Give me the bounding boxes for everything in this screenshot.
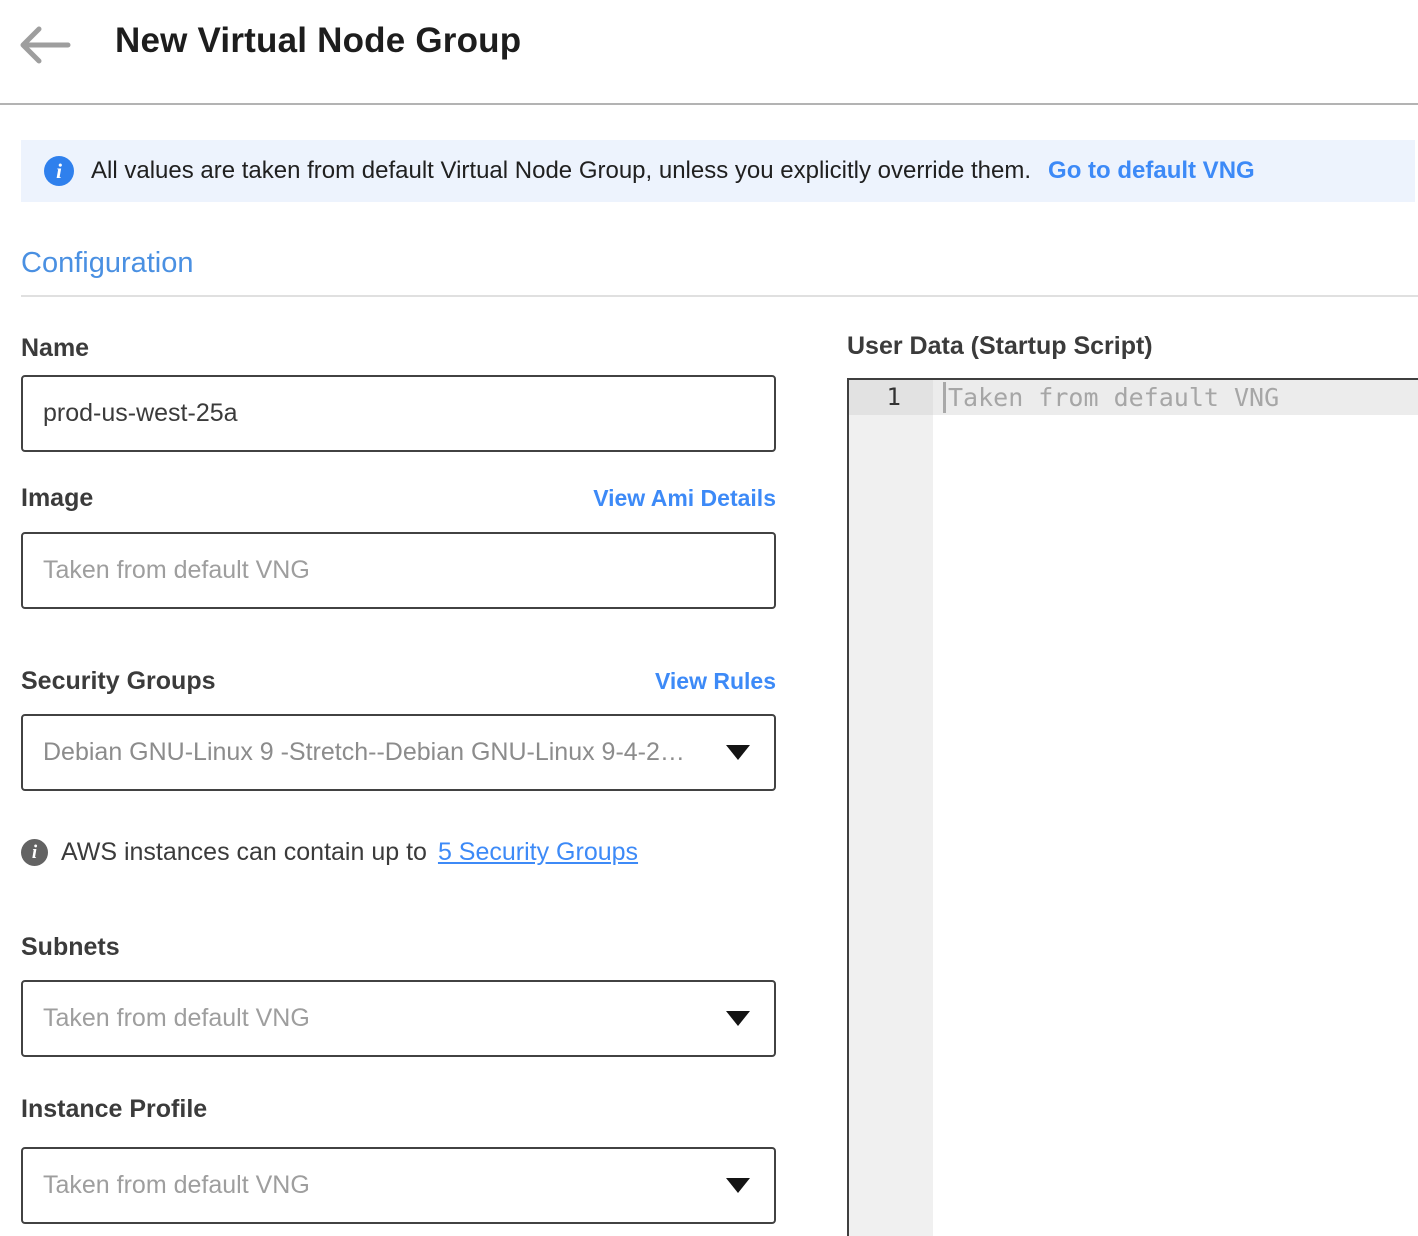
security-groups-field: Security Groups View Rules Debian GNU-Li… bbox=[21, 667, 776, 791]
instance-profile-placeholder: Taken from default VNG bbox=[43, 1171, 310, 1200]
editor-line-content: Taken from default VNG bbox=[933, 380, 1418, 415]
new-virtual-node-group-page: New Virtual Node Group i All values are … bbox=[0, 0, 1418, 1236]
image-label: Image bbox=[21, 484, 93, 513]
text-cursor bbox=[943, 382, 946, 413]
page-title: New Virtual Node Group bbox=[115, 21, 521, 61]
view-ami-details-link[interactable]: View Ami Details bbox=[593, 485, 776, 512]
info-banner: i All values are taken from default Virt… bbox=[21, 140, 1415, 202]
name-field: Name bbox=[21, 334, 776, 452]
section-divider bbox=[21, 295, 1418, 297]
view-rules-link[interactable]: View Rules bbox=[655, 668, 776, 695]
banner-text: All values are taken from default Virtua… bbox=[91, 157, 1031, 185]
editor-active-line: 1 Taken from default VNG bbox=[849, 380, 1418, 415]
image-field: Image View Ami Details bbox=[21, 484, 776, 609]
security-groups-selected-value: Debian GNU-Linux 9 -Stretch--Debian GNU-… bbox=[43, 738, 685, 767]
info-icon: i bbox=[44, 156, 74, 186]
instance-profile-select[interactable]: Taken from default VNG bbox=[21, 1147, 776, 1224]
name-label: Name bbox=[21, 334, 89, 363]
line-number: 1 bbox=[849, 380, 933, 415]
subnets-label: Subnets bbox=[21, 933, 120, 962]
instance-profile-field: Instance Profile Taken from default VNG bbox=[21, 1095, 776, 1224]
chevron-down-icon bbox=[726, 1178, 750, 1193]
image-input[interactable] bbox=[21, 532, 776, 609]
chevron-down-icon bbox=[726, 745, 750, 760]
user-data-editor[interactable]: 1 Taken from default VNG bbox=[847, 378, 1418, 1236]
security-groups-note: i AWS instances can contain up to 5 Secu… bbox=[21, 838, 638, 867]
editor-gutter bbox=[849, 380, 933, 1236]
chevron-down-icon bbox=[726, 1011, 750, 1026]
security-groups-select[interactable]: Debian GNU-Linux 9 -Stretch--Debian GNU-… bbox=[21, 714, 776, 791]
configuration-section-title: Configuration bbox=[21, 247, 194, 280]
subnets-field: Subnets Taken from default VNG bbox=[21, 933, 776, 1057]
user-data-label: User Data (Startup Script) bbox=[847, 332, 1153, 361]
arrow-left-icon bbox=[18, 26, 72, 64]
subnets-select[interactable]: Taken from default VNG bbox=[21, 980, 776, 1057]
security-note-text: AWS instances can contain up to bbox=[61, 838, 427, 867]
go-to-default-vng-link[interactable]: Go to default VNG bbox=[1048, 157, 1255, 185]
security-groups-label: Security Groups bbox=[21, 667, 216, 696]
name-input[interactable] bbox=[21, 375, 776, 452]
subnets-placeholder: Taken from default VNG bbox=[43, 1004, 310, 1033]
back-button[interactable] bbox=[16, 22, 74, 68]
instance-profile-label: Instance Profile bbox=[21, 1095, 207, 1124]
five-security-groups-link[interactable]: 5 Security Groups bbox=[438, 838, 638, 867]
editor-placeholder: Taken from default VNG bbox=[948, 383, 1279, 412]
info-icon: i bbox=[21, 839, 48, 866]
header-divider bbox=[0, 103, 1418, 105]
